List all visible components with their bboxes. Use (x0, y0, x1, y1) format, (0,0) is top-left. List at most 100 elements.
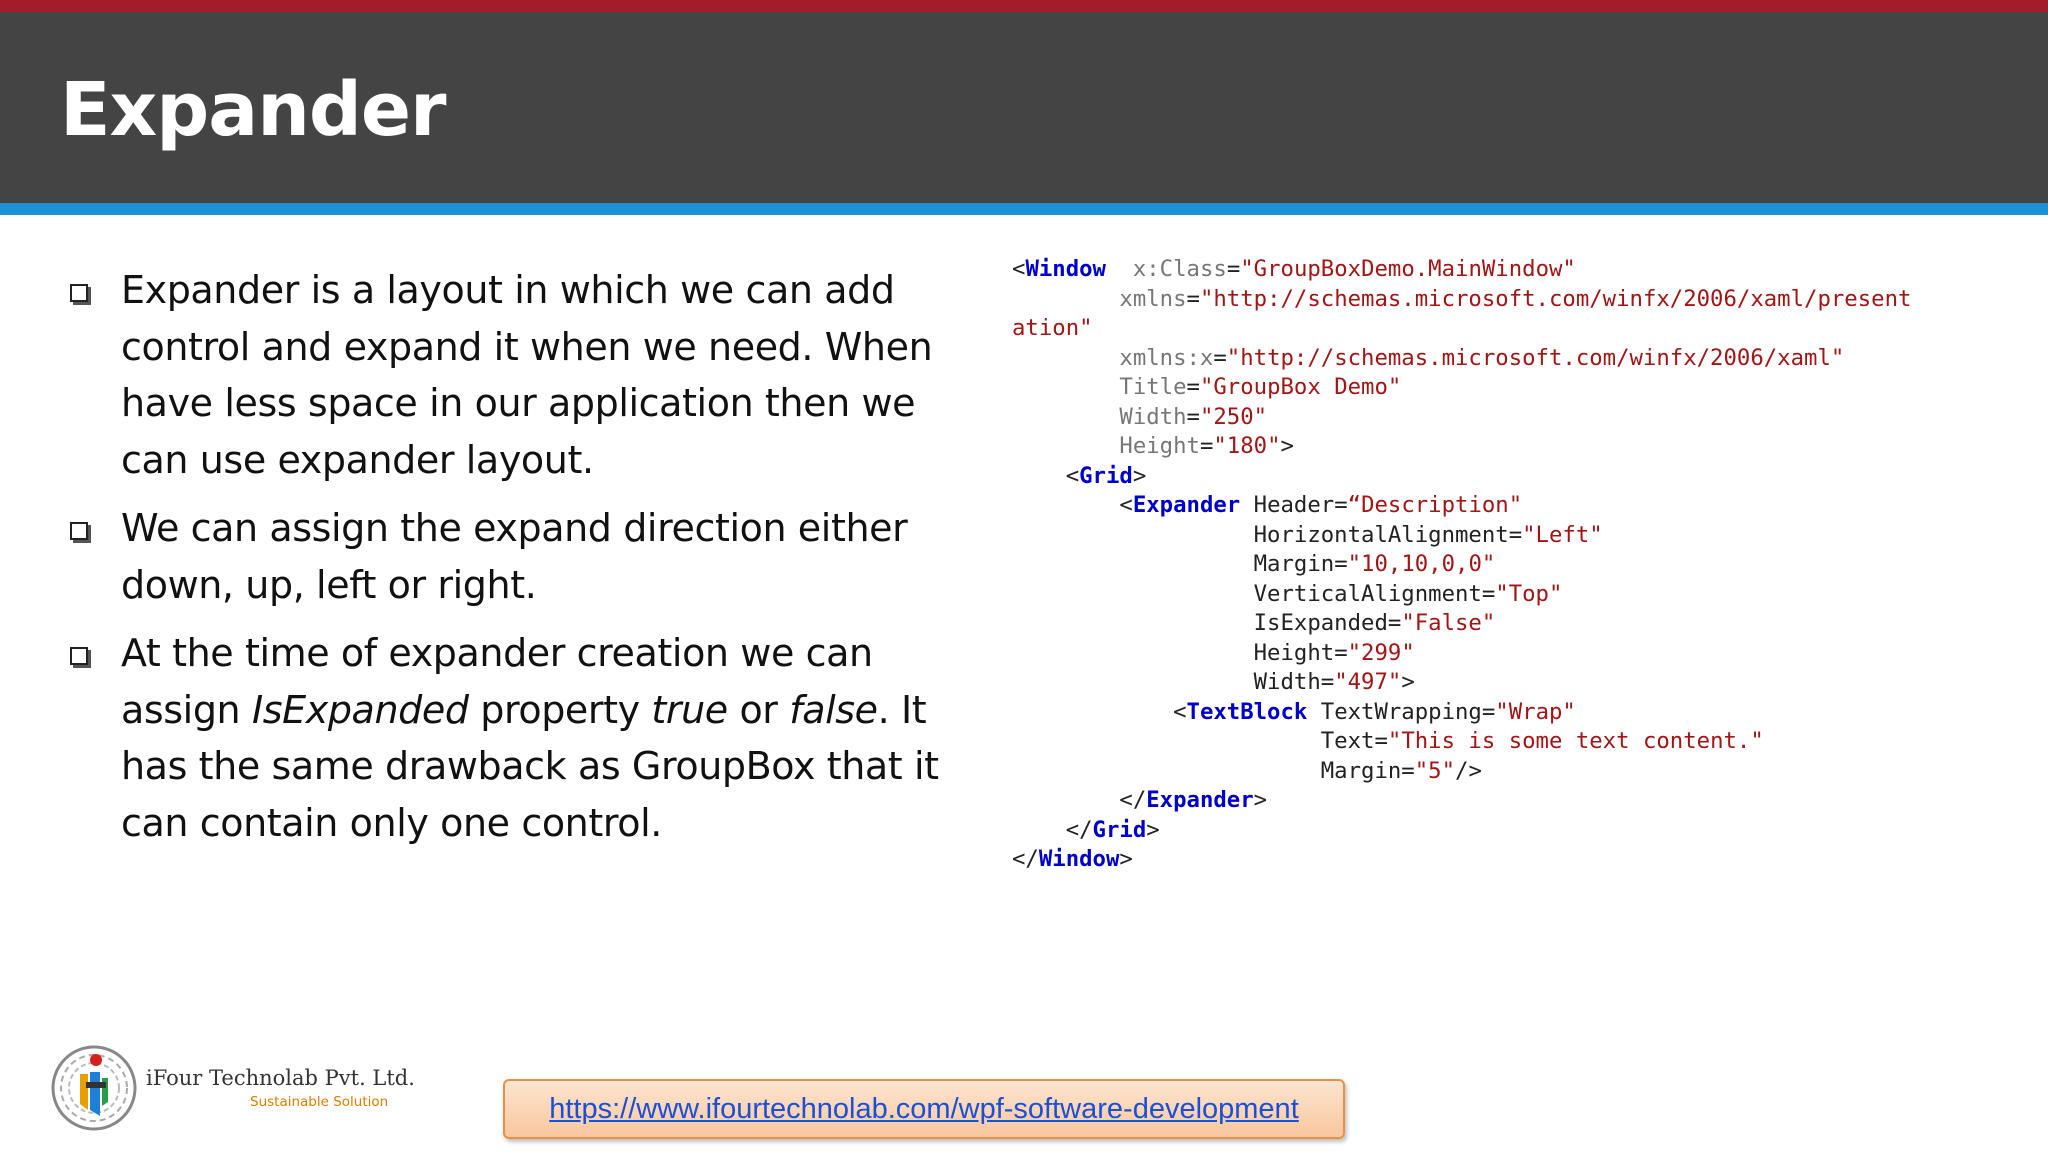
code-token: = (1387, 610, 1402, 636)
code-token: = (1186, 403, 1200, 430)
code-token: Width (1012, 403, 1187, 430)
code-token: ation" (1012, 315, 1093, 341)
bullet-emphasis: true (651, 687, 728, 732)
bullet-text-run: property (468, 687, 652, 732)
code-token: = (1334, 639, 1348, 666)
code-line: Margin="5"/> (1012, 757, 2012, 787)
code-token: x:Class (1105, 256, 1227, 282)
code-token: xmlns (1012, 285, 1187, 312)
code-line: xmlns="http://schemas.microsoft.com/winf… (1012, 285, 2012, 315)
checkbox-bullet-icon (70, 522, 88, 540)
code-token: < (1012, 462, 1080, 489)
code-token: > (1132, 462, 1147, 489)
code-token: = (1481, 580, 1496, 607)
bullet-item: At the time of expander creation we can … (64, 625, 964, 851)
code-token: "http://schemas.microsoft.com/winfx/2006… (1199, 285, 1912, 312)
code-line: VerticalAlignment="Top" (1012, 580, 2012, 610)
code-token: < (1012, 492, 1133, 518)
bullet-text-run: Expander is a layout in which we can add… (121, 268, 933, 482)
code-token: </ (1012, 846, 1039, 872)
checkbox-bullet-icon (70, 284, 88, 302)
code-line: Height="299" (1012, 639, 2012, 669)
code-token: = (1401, 757, 1415, 784)
bullet-item: Expander is a layout in which we can add… (64, 262, 964, 488)
code-line: <Window x:Class="GroupBoxDemo.MainWindow… (1012, 255, 2012, 285)
code-token: > (1146, 816, 1160, 843)
code-token: "250" (1199, 403, 1268, 430)
bullet-text: Expander is a layout in which we can add… (121, 268, 933, 482)
code-line: <TextBlock TextWrapping="Wrap" (1012, 698, 2012, 728)
code-token: Height (1012, 639, 1335, 666)
code-token: > (1253, 787, 1268, 813)
code-line: xmlns:x="http://schemas.microsoft.com/wi… (1012, 344, 2012, 374)
url-banner: https://www.ifourtechnolab.com/wpf-softw… (503, 1079, 1345, 1139)
code-token: "Top" (1495, 580, 1563, 607)
code-token: "180" (1213, 433, 1281, 459)
code-token: > (1119, 846, 1133, 872)
code-token: "Wrap" (1495, 698, 1576, 725)
code-token: = (1374, 728, 1388, 754)
code-line: IsExpanded="False" (1012, 609, 2012, 639)
code-line: </Grid> (1012, 816, 2012, 846)
code-token: </ (1012, 816, 1093, 843)
code-token: Height (1012, 433, 1200, 459)
code-token: </ (1012, 787, 1147, 813)
code-token: > (1401, 669, 1415, 695)
code-line: ation" (1012, 314, 2012, 344)
code-token: Window (1038, 846, 1120, 872)
code-token: Header (1240, 492, 1335, 518)
code-token: "5" (1414, 757, 1456, 784)
code-token: > (1280, 433, 1294, 459)
code-token: = (1186, 374, 1200, 400)
code-token: = (1226, 256, 1241, 282)
ifour-logo-icon (51, 1045, 137, 1131)
code-token: "GroupBox Demo" (1199, 374, 1402, 400)
code-token: "This is some text content." (1387, 728, 1764, 754)
code-token: TextBlock (1186, 698, 1308, 725)
code-token: = (1186, 285, 1200, 312)
code-token: < (1012, 698, 1187, 725)
code-line: </Window> (1012, 845, 2012, 875)
code-token: Window (1025, 256, 1106, 282)
code-token: = (1481, 698, 1496, 725)
code-token: = (1508, 521, 1523, 548)
code-token: TextWrapping (1307, 698, 1482, 725)
bullet-emphasis: false (789, 687, 878, 732)
bullet-text-run: or (727, 687, 790, 732)
bullet-item: We can assign the expand direction eithe… (64, 500, 964, 613)
code-token: xmlns:x (1012, 344, 1214, 371)
code-token: Grid (1079, 462, 1133, 489)
code-token: Expander (1132, 492, 1241, 518)
code-token: VerticalAlignment (1012, 580, 1482, 607)
code-token: = (1334, 551, 1348, 577)
code-token: "False" (1401, 610, 1496, 636)
code-line: Title="GroupBox Demo" (1012, 373, 2012, 403)
code-token: "GroupBoxDemo.MainWindow" (1240, 256, 1576, 282)
code-line: </Expander> (1012, 786, 2012, 816)
slide: Expander Expander is a layout in which w… (0, 0, 2048, 1152)
top-accent-stripe (0, 0, 2048, 12)
code-token: IsExpanded (1012, 610, 1388, 636)
slide-title: Expander (60, 67, 447, 153)
code-token: Expander (1146, 787, 1254, 813)
code-token: "Left" (1522, 521, 1603, 548)
code-line: Text="This is some text content." (1012, 727, 2012, 757)
code-token: Margin (1012, 757, 1402, 784)
code-token: Title (1012, 374, 1187, 400)
code-token: "497" (1334, 669, 1402, 695)
bullet-text-run: We can assign the expand direction eithe… (121, 506, 908, 607)
code-token: Margin (1012, 551, 1335, 577)
bullet-text: We can assign the expand direction eithe… (121, 506, 908, 607)
code-block: <Window x:Class="GroupBoxDemo.MainWindow… (1012, 255, 2012, 875)
code-token: = (1213, 344, 1227, 371)
code-token: Width (1012, 669, 1321, 695)
code-line: HorizontalAlignment="Left" (1012, 521, 2012, 551)
code-line: Width="250" (1012, 403, 2012, 433)
code-token: "10,10,0,0" (1347, 551, 1496, 577)
bullet-emphasis: IsExpanded (251, 687, 469, 732)
code-token: “Description" (1347, 492, 1523, 518)
website-link[interactable]: https://www.ifourtechnolab.com/wpf-softw… (549, 1093, 1299, 1126)
company-name: iFour Technolab Pvt. Ltd. (146, 1066, 415, 1090)
code-line: Height="180"> (1012, 432, 2012, 462)
code-token: "http://schemas.microsoft.com/winfx/2006… (1226, 344, 1845, 371)
